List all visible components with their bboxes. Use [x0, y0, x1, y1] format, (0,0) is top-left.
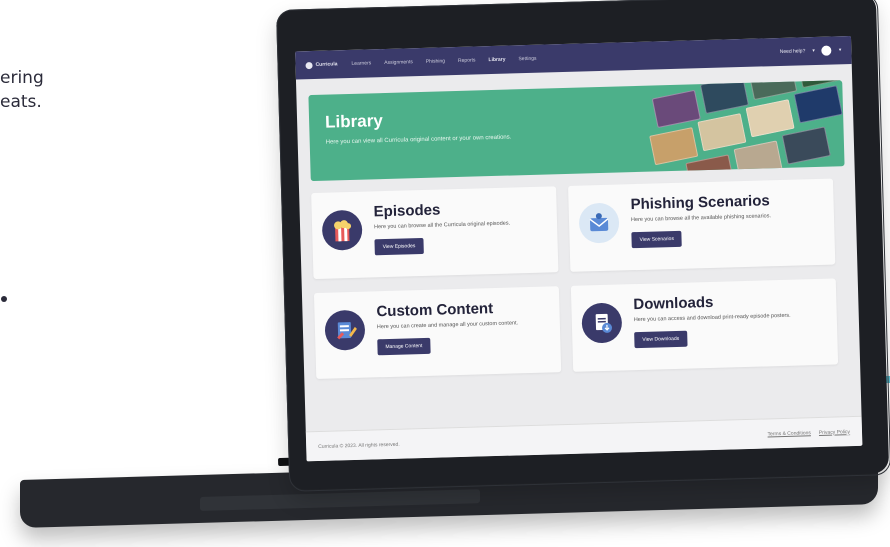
user-avatar-icon[interactable] — [821, 45, 832, 56]
logo-text: Curricula — [315, 61, 338, 68]
nav-library[interactable]: Library — [488, 57, 505, 63]
laptop-lid: Curricula Learners Assignments Phishing … — [276, 0, 890, 490]
thumbnail — [796, 80, 845, 89]
privacy-link[interactable]: Privacy Policy — [819, 429, 850, 436]
view-downloads-button[interactable]: View Downloads — [634, 330, 688, 349]
manage-content-button[interactable]: Manage Content — [377, 337, 431, 356]
nav-reports[interactable]: Reports — [458, 57, 476, 63]
logo-icon — [305, 61, 313, 69]
user-menu-chevron-icon[interactable]: ▾ — [839, 47, 842, 53]
download-icon — [581, 302, 623, 344]
custom-content-card: Custom Content Here you can create and m… — [313, 286, 562, 380]
custom-content-description: Here you can create and manage all your … — [376, 320, 519, 331]
nav-settings[interactable]: Settings — [518, 56, 536, 63]
email-icon — [578, 202, 620, 244]
downloads-title: Downloads — [633, 293, 714, 314]
view-episodes-button[interactable]: View Episodes — [374, 237, 424, 256]
page-footer: Curricula © 2023. All rights reserved. T… — [305, 415, 863, 462]
phishing-scenarios-title: Phishing Scenarios — [630, 192, 770, 214]
need-help-link[interactable]: Need help? — [780, 48, 806, 55]
thumbnail — [745, 99, 795, 138]
popcorn-icon — [321, 209, 363, 251]
thumbnail — [781, 126, 831, 165]
bullet-dot — [1, 296, 7, 302]
content-thumbnails — [581, 80, 845, 182]
custom-content-title: Custom Content — [376, 300, 494, 321]
footer-links: Terms & Conditions Privacy Policy — [767, 429, 850, 437]
library-banner: Library Here you can view all Curricula … — [308, 80, 845, 182]
thumbnail — [748, 80, 798, 101]
episodes-description: Here you can browse all the Curricula or… — [374, 220, 511, 231]
thumbnail — [793, 85, 843, 124]
brand-logo[interactable]: Curricula — [305, 61, 338, 69]
thumbnail — [685, 154, 735, 182]
downloads-description: Here you can access and download print-r… — [633, 312, 791, 324]
thumbnail — [699, 80, 750, 115]
chevron-down-icon: ▾ — [812, 47, 815, 55]
downloads-card: Downloads Here you can access and downlo… — [570, 278, 839, 372]
nav-phishing[interactable]: Phishing — [426, 58, 445, 65]
nav-learners[interactable]: Learners — [351, 60, 371, 67]
phishing-card-body: Phishing Scenarios Here you can browse a… — [630, 192, 792, 258]
marketing-stage: ering eats. Curricula Learners Assignmen… — [0, 0, 890, 547]
notebook-icon — [324, 309, 366, 351]
laptop-screen: Curricula Learners Assignments Phishing … — [295, 35, 863, 462]
view-scenarios-button[interactable]: View Scenarios — [631, 230, 683, 249]
nav-right-group: Need help? ▾ ▾ — [780, 45, 842, 57]
phishing-scenarios-card: Phishing Scenarios Here you can browse a… — [568, 178, 836, 272]
library-cards: Episodes Here you can browse all the Cur… — [311, 178, 850, 380]
copyright-text: Curricula © 2023. All rights reserved. — [318, 441, 400, 450]
episodes-card-body: Episodes Here you can browse all the Cur… — [373, 199, 535, 265]
side-text-line-2: eats. — [0, 92, 42, 112]
thumbnail — [733, 140, 783, 179]
terms-link[interactable]: Terms & Conditions — [767, 430, 811, 437]
episodes-card: Episodes Here you can browse all the Cur… — [311, 186, 559, 280]
side-text-line-1: ering — [0, 68, 44, 88]
downloads-card-body: Downloads Here you can access and downlo… — [633, 292, 795, 358]
page-subtitle: Here you can view all Curricula original… — [325, 134, 512, 146]
episodes-title: Episodes — [373, 201, 441, 221]
library-content: Library Here you can view all Curricula … — [296, 64, 860, 380]
thumbnail — [649, 127, 699, 166]
thumbnail — [651, 89, 701, 129]
side-marketing-text: ering eats. — [0, 66, 44, 114]
custom-content-card-body: Custom Content Here you can create and m… — [376, 299, 538, 365]
phishing-scenarios-description: Here you can browse all the available ph… — [630, 213, 772, 224]
thumbnail — [697, 113, 747, 152]
nav-assignments[interactable]: Assignments — [384, 59, 413, 66]
